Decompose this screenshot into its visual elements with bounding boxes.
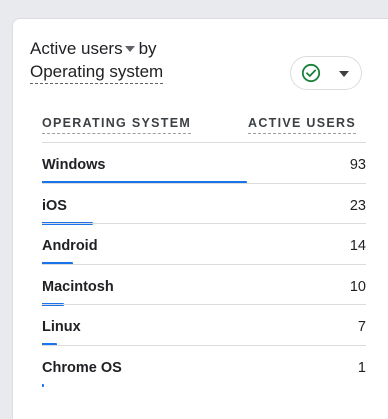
table-row[interactable]: iOS 23 [42, 182, 366, 225]
row-share-bar [42, 383, 44, 387]
row-label: Linux [42, 319, 81, 335]
column-header-operating-system[interactable]: OPERATING SYSTEM [42, 116, 192, 134]
table-row[interactable]: Linux 7 [42, 304, 366, 346]
row-label: Windows [42, 157, 106, 173]
row-label: Macintosh [42, 278, 114, 295]
row-value: 93 [349, 157, 366, 173]
check-circle-icon [301, 63, 321, 83]
metric-selector[interactable]: Active users [30, 38, 139, 60]
table-row[interactable]: Macintosh 10 [42, 263, 366, 306]
column-header-active-users[interactable]: ACTIVE USERS [248, 116, 356, 134]
table-row[interactable]: Chrome OS 1 [42, 344, 366, 387]
row-label: Chrome OS [42, 359, 122, 376]
row-value: 23 [349, 197, 366, 214]
row-value: 7 [357, 319, 366, 335]
row-value: 14 [349, 238, 366, 254]
chevron-down-icon [339, 71, 349, 77]
by-label: by [138, 39, 157, 58]
dimension-selector[interactable]: Operating system [30, 61, 164, 84]
row-label: iOS [42, 197, 67, 214]
row-value: 1 [357, 359, 366, 376]
metric-label: Active users [30, 39, 123, 58]
table-row[interactable]: Windows 93 [42, 142, 366, 184]
row-label: Android [42, 238, 98, 254]
table-row[interactable]: Android 14 [42, 223, 366, 265]
table-body: Windows 93 iOS 23 Android 14 Macintosh 1… [42, 142, 366, 387]
row-value: 10 [349, 278, 366, 295]
status-dropdown[interactable] [290, 56, 362, 90]
dropdown-arrow-icon [124, 45, 135, 52]
